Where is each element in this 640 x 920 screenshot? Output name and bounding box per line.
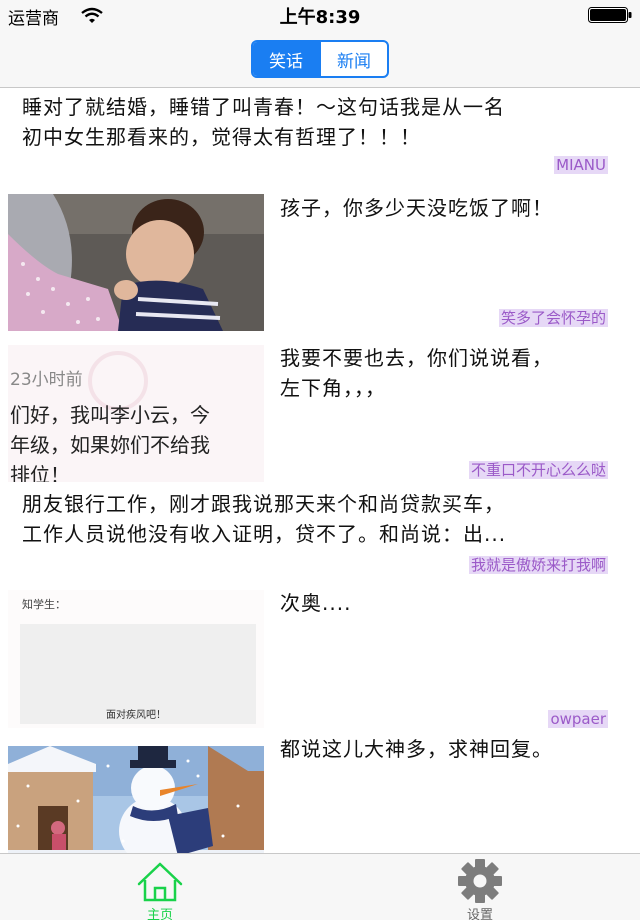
battery-icon bbox=[588, 7, 632, 23]
image-text-line: 年级，如果妳们不给我 bbox=[10, 433, 210, 457]
feed-item[interactable]: 朋友银行工作，刚才跟我说那天来个和尚贷款买车， 工作人员说他没有收入证明，贷不了… bbox=[0, 482, 640, 582]
feed-item[interactable]: 23小时前 们好，我叫李小云，今 年级，如果妳们不给我 排位！ 我要不要也去，你… bbox=[0, 337, 640, 482]
image-text-line: 排位！ bbox=[10, 463, 70, 482]
joke-text: 都说这儿大神多，求神回复。 bbox=[280, 737, 553, 761]
author-tag[interactable]: 笑多了会怀孕的 bbox=[498, 309, 608, 327]
joke-image[interactable] bbox=[8, 746, 264, 853]
author-tag[interactable]: owpaer bbox=[548, 710, 608, 728]
tab-bar: 主页 设置 bbox=[0, 853, 640, 920]
tab-settings[interactable]: 设置 bbox=[320, 854, 640, 920]
feed-item[interactable]: 知学生： 面对疾风吧！ 次奥.... owpaer bbox=[0, 582, 640, 734]
snowman-picture bbox=[8, 746, 264, 853]
author-tag[interactable]: 我就是傲娇来打我啊 bbox=[468, 556, 608, 574]
image-time-text: 23小时前 bbox=[10, 370, 83, 390]
tab-home-label: 主页 bbox=[146, 908, 173, 920]
segment-jokes[interactable]: 笑话 bbox=[253, 42, 319, 76]
image-top-text: 知学生： bbox=[22, 598, 66, 611]
joke-text: 我要不要也去，你们说说看， 左下角，，， bbox=[280, 346, 553, 400]
joke-image[interactable]: 23小时前 们好，我叫李小云，今 年级，如果妳们不给我 排位！ bbox=[8, 345, 264, 482]
author-tag[interactable]: MIANU bbox=[554, 156, 608, 174]
image-text-line: 们好，我叫李小云，今 bbox=[10, 403, 210, 427]
home-icon bbox=[137, 862, 183, 902]
feed-item[interactable]: 都说这儿大神多，求神回复。 bbox=[0, 734, 640, 853]
tab-home[interactable]: 主页 bbox=[0, 854, 320, 920]
gear-icon bbox=[458, 859, 502, 903]
joke-text: 朋友银行工作，刚才跟我说那天来个和尚贷款买车， 工作人员说他没有收入证明，贷不了… bbox=[22, 492, 507, 546]
segment-news[interactable]: 新闻 bbox=[319, 42, 387, 76]
joke-text: 睡对了就结婚，睡错了叫青春！～这句话我是从一名 初中女生那看来的，觉得太有哲理了… bbox=[22, 95, 505, 149]
joke-image[interactable] bbox=[8, 194, 264, 331]
joke-image[interactable]: 知学生： 面对疾风吧！ bbox=[8, 590, 264, 728]
status-bar: 运营商 上午8:39 bbox=[0, 0, 640, 30]
image-caption: 面对疾风吧！ bbox=[106, 710, 166, 721]
joke-text: 孩子，你多少天没吃饭了啊！ bbox=[280, 196, 553, 220]
joke-text: 次奥.... bbox=[280, 591, 352, 615]
feed-item[interactable]: 睡对了就结婚，睡错了叫青春！～这句话我是从一名 初中女生那看来的，觉得太有哲理了… bbox=[0, 89, 640, 185]
author-tag[interactable]: 不重口不开心么么哒 bbox=[468, 461, 608, 479]
baby-photo bbox=[8, 194, 264, 331]
status-time: 上午8:39 bbox=[279, 7, 361, 28]
nav-bar: 笑话 新闻 bbox=[0, 30, 640, 88]
segmented-control: 笑话 新闻 bbox=[251, 40, 389, 78]
tab-settings-label: 设置 bbox=[466, 908, 493, 920]
feed-item[interactable]: 孩子，你多少天没吃饭了啊！ 笑多了会怀孕的 bbox=[0, 185, 640, 337]
joke-feed[interactable]: 睡对了就结婚，睡错了叫青春！～这句话我是从一名 初中女生那看来的，觉得太有哲理了… bbox=[0, 89, 640, 853]
